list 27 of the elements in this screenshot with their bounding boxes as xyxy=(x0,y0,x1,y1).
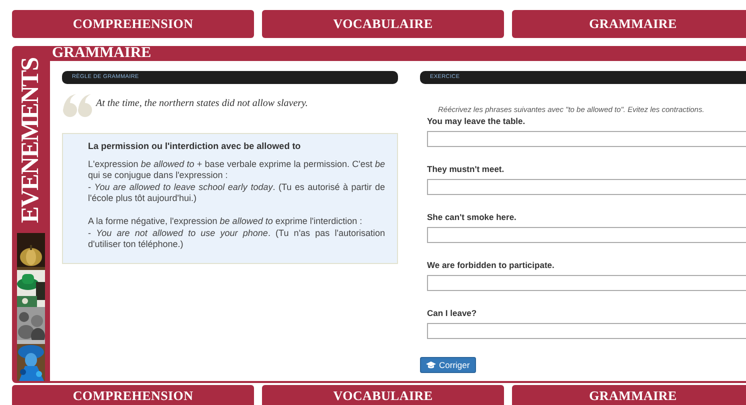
rule-title: La permission ou l'interdiction avec be allowed to xyxy=(88,141,302,152)
question-label: You may leave the table. xyxy=(427,116,526,126)
answer-field[interactable] xyxy=(427,227,746,243)
quote-text: At the time, the northern states did not allow slavery. xyxy=(96,98,308,109)
answer-field[interactable] xyxy=(427,275,746,291)
answer-field[interactable] xyxy=(427,131,746,147)
nav-button[interactable]: GRAMMAIRE xyxy=(512,385,746,405)
nav-button[interactable]: COMPREHENSION xyxy=(12,385,254,405)
rule-text: L'expression be allowed to + base verbale exprime la permission. C'est be qui se conjugue dans l'expression : xyxy=(88,158,385,182)
rule-text: A la forme négative, l'expression be allowed to exprime l'interdiction : xyxy=(88,216,364,228)
section-title: GRAMMAIRE xyxy=(51,46,152,61)
rule-text: - You are allowed to leave school early today. (Tu es autorisé à partir de l'école plus tôt aujourd'hui.) xyxy=(88,182,385,204)
question-label: We are forbidden to participate. xyxy=(427,260,556,270)
question-label: They mustn't meet. xyxy=(427,164,506,174)
nav-button[interactable]: VOCABULAIRE xyxy=(262,385,504,405)
question-label: Can I leave? xyxy=(427,308,478,318)
nav-button[interactable]: VOCABULAIRE xyxy=(262,10,504,38)
question-label: She can't smoke here. xyxy=(427,212,518,222)
rule-text: - You are not allowed to use your phone. (Tu n'as pas l'autorisation d'utiliser ton téléphone.) xyxy=(88,228,385,250)
quote-icon xyxy=(62,92,92,118)
answer-field[interactable] xyxy=(427,179,746,195)
nav-button[interactable]: COMPREHENSION xyxy=(12,10,254,38)
nav-button[interactable]: GRAMMAIRE xyxy=(512,10,746,38)
graduation-cap-icon xyxy=(426,361,436,369)
correct-button[interactable]: Corriger xyxy=(420,357,476,373)
answer-field[interactable] xyxy=(427,323,746,339)
sidebar-title: EVENEMENTS xyxy=(17,58,45,224)
